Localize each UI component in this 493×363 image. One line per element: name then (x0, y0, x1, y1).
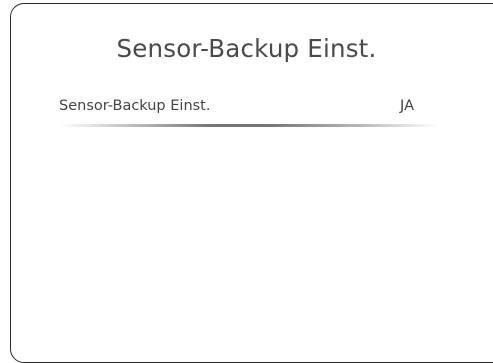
setting-label: Sensor-Backup Einst. (59, 98, 211, 114)
setting-value: JA (400, 98, 414, 114)
setting-row-sensor-backup[interactable]: Sensor-Backup Einst. JA (59, 94, 439, 128)
row-divider (59, 124, 439, 127)
page-title: Sensor-Backup Einst. (116, 34, 377, 63)
